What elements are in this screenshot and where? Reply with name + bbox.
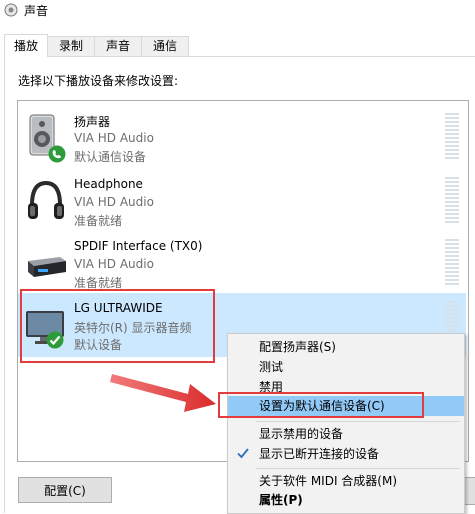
menu-item-disable[interactable]: 禁用: [228, 377, 464, 397]
checkmark-icon: [237, 448, 249, 459]
configure-button[interactable]: 配置(C): [18, 477, 112, 503]
phone-badge-icon: [48, 145, 66, 163]
context-menu: 配置扬声器(S) 测试 禁用 设置为默认通信设备(C) 显示禁用的设备 显示已断…: [227, 333, 465, 514]
volume-meter: [445, 113, 459, 163]
volume-meter: [445, 239, 459, 289]
device-name: SPDIF Interface (TX0): [74, 239, 203, 253]
menu-item-about-midi[interactable]: 关于软件 MIDI 合成器(M): [228, 471, 464, 491]
device-name: LG ULTRAWIDE: [74, 301, 163, 315]
speaker-icon: [4, 3, 18, 17]
device-driver: VIA HD Audio: [74, 131, 154, 145]
device-name: Headphone: [74, 177, 143, 191]
device-item-spdif[interactable]: SPDIF Interface (TX0) VIA HD Audio 准备就绪: [18, 231, 466, 295]
device-item-headphone[interactable]: Headphone VIA HD Audio 准备就绪: [18, 169, 466, 233]
tab-communications[interactable]: 通信: [141, 36, 189, 56]
check-badge-icon: [46, 331, 64, 349]
tab-sounds[interactable]: 声音: [94, 36, 142, 56]
menu-item-configure-speakers[interactable]: 配置扬声器(S): [228, 337, 464, 357]
device-status: 准备就绪: [74, 214, 123, 228]
menu-item-show-disconnected[interactable]: 显示已断开连接的设备: [228, 444, 464, 464]
spdif-device-icon: [28, 257, 66, 277]
device-status: 准备就绪: [74, 276, 123, 290]
device-name: 扬声器: [74, 115, 111, 129]
device-driver: 英特尔(R) 显示器音频: [74, 321, 192, 335]
menu-item-set-default-comm[interactable]: 设置为默认通信设备(C): [228, 396, 464, 416]
device-driver: VIA HD Audio: [74, 195, 154, 209]
device-list-prompt: 选择以下播放设备来修改设置:: [18, 74, 179, 88]
device-status: 默认设备: [74, 338, 123, 352]
title-bar: 声音: [0, 0, 475, 30]
tab-recording[interactable]: 录制: [47, 36, 95, 56]
window-title: 声音: [24, 4, 49, 18]
device-driver: VIA HD Audio: [74, 257, 154, 271]
menu-item-show-disabled[interactable]: 显示禁用的设备: [228, 424, 464, 444]
headphone-icon: [28, 180, 64, 219]
device-item-speakers[interactable]: 扬声器 VIA HD Audio 默认通信设备: [18, 105, 466, 169]
menu-separator: [256, 468, 460, 469]
annotation-arrow-icon: [110, 374, 216, 412]
device-status: 默认通信设备: [74, 150, 147, 164]
menu-item-properties[interactable]: 属性(P): [228, 490, 464, 510]
menu-separator: [256, 421, 460, 422]
volume-meter: [445, 177, 459, 227]
menu-item-test[interactable]: 测试: [228, 357, 464, 377]
tab-playback[interactable]: 播放: [4, 34, 48, 57]
